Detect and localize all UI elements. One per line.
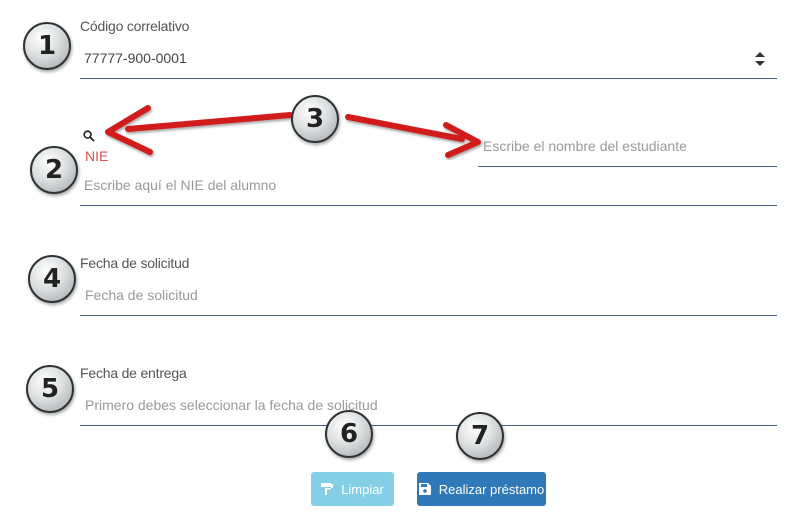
annotation-badge-3: 3 bbox=[291, 95, 339, 143]
annotation-badge-2: 2 bbox=[30, 146, 78, 194]
annotation-badge-5: 5 bbox=[26, 365, 74, 413]
annotation-badge-7: 7 bbox=[456, 412, 504, 460]
annotation-arrows bbox=[105, 105, 481, 158]
annotation-badge-6: 6 bbox=[325, 410, 373, 458]
annotation-badge-1: 1 bbox=[23, 22, 71, 70]
annotation-badge-4: 4 bbox=[28, 255, 76, 303]
